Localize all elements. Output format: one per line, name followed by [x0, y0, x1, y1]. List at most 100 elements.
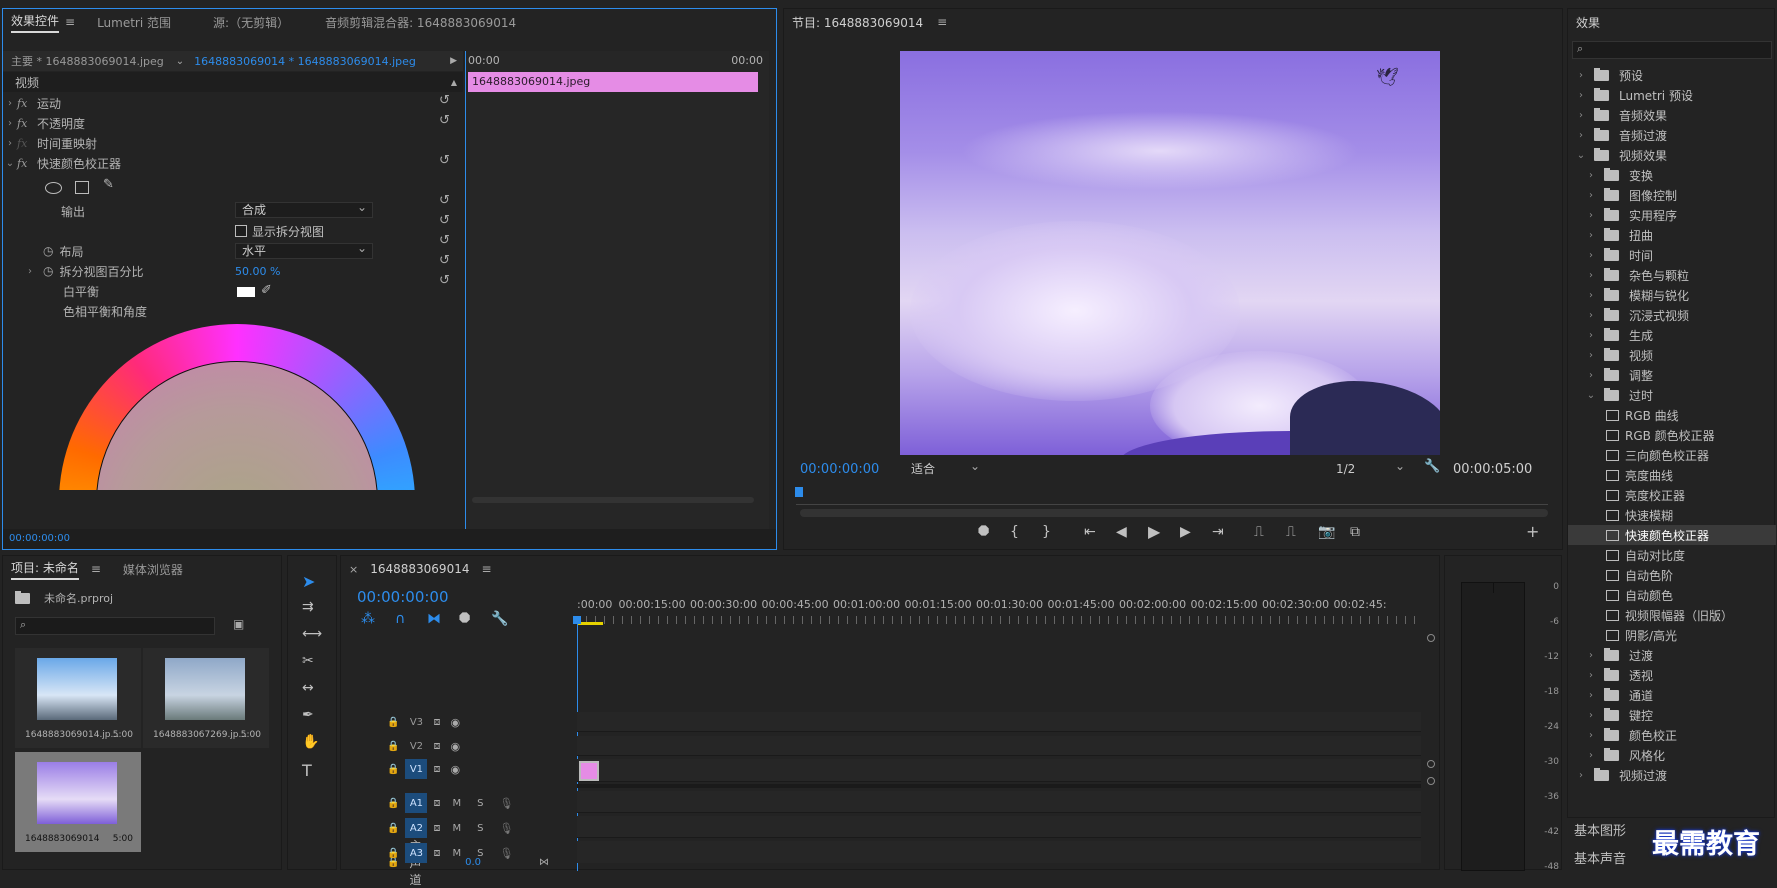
effect-row-motion[interactable]: › fx 运动	[3, 93, 463, 113]
panel-menu-icon[interactable]: ≡	[91, 562, 101, 576]
basic-sound-tab[interactable]: 基本声音	[1574, 848, 1626, 867]
reset-icon[interactable]: ↺	[439, 93, 450, 108]
project-search-input[interactable]: ⌕	[15, 617, 215, 635]
chevron-right-icon[interactable]: ›	[1584, 190, 1598, 201]
effect-item[interactable]: › 颜色校正	[1568, 725, 1776, 745]
chevron-right-icon[interactable]: ›	[1584, 730, 1598, 741]
master-clip-label[interactable]: 主要 * 1648883069014.jpeg	[11, 53, 164, 69]
fx-icon[interactable]: fx	[17, 157, 37, 170]
microphone-icon[interactable]: 🎙	[499, 822, 513, 835]
effects-search-input[interactable]: ⌕	[1572, 41, 1772, 59]
tab-media-browser[interactable]: 媒体浏览器	[123, 561, 183, 578]
eyedropper-icon[interactable]: ✐	[261, 283, 272, 298]
project-item[interactable]: 1648883067269.jp... 5:00	[143, 648, 269, 748]
fit-select[interactable]: 适合	[904, 459, 986, 477]
microphone-icon[interactable]: 🎙	[499, 797, 513, 810]
chevron-right-icon[interactable]: ›	[1584, 710, 1598, 721]
split-view-checkbox[interactable]	[235, 225, 247, 237]
chevron-right-icon[interactable]: ›	[1584, 750, 1598, 761]
new-bin-icon[interactable]: ▣	[233, 617, 244, 631]
panel-menu-icon[interactable]: ≡	[481, 562, 491, 576]
track-lane-v2[interactable]	[577, 736, 1421, 756]
effect-item-selected[interactable]: 快速颜色校正器	[1568, 525, 1776, 545]
split-percent-value[interactable]: 50.00 %	[235, 265, 280, 278]
stopwatch-icon[interactable]: ◷	[43, 244, 53, 258]
sync-lock-icon[interactable]: ⧈	[433, 762, 440, 776]
output-select[interactable]: 合成	[235, 200, 373, 218]
mark-in-icon[interactable]: {	[1010, 524, 1019, 540]
stopwatch-icon[interactable]: ◷	[43, 264, 53, 278]
effect-item[interactable]: › 风格化	[1568, 745, 1776, 765]
fx-icon[interactable]: fx	[17, 137, 37, 150]
timeline-playhead[interactable]	[573, 616, 581, 624]
eye-icon[interactable]: ◉	[450, 716, 460, 729]
add-marker-icon[interactable]: ⯃	[459, 611, 470, 627]
chevron-right-icon[interactable]: ›	[1574, 130, 1588, 141]
vertical-scroll-handle[interactable]	[1427, 777, 1435, 785]
effect-item[interactable]: › 生成	[1568, 325, 1776, 345]
effect-item[interactable]: ⌄ 视频效果	[1568, 145, 1776, 165]
tab-source[interactable]: 源:（无剪辑）	[213, 14, 289, 31]
effect-item[interactable]: 亮度曲线	[1568, 465, 1776, 485]
effect-item[interactable]: › 时间	[1568, 245, 1776, 265]
effect-item[interactable]: › 调整	[1568, 365, 1776, 385]
export-frame-icon[interactable]: 📷	[1318, 524, 1335, 540]
solo-button[interactable]: S	[477, 848, 483, 859]
ec-clip-bar[interactable]: 1648883069014.jpeg	[468, 72, 758, 92]
effect-item[interactable]: › 音频过渡	[1568, 125, 1776, 145]
mute-button[interactable]: M	[452, 798, 461, 809]
playhead-marker[interactable]	[795, 487, 803, 497]
track-target[interactable]: V3	[405, 712, 427, 732]
chevron-right-icon[interactable]: ›	[1574, 770, 1588, 781]
project-item[interactable]: 1648883069014.jp... 5:00	[15, 648, 141, 748]
go-to-in-icon[interactable]: ⇤	[1084, 524, 1096, 540]
mute-button[interactable]: M	[452, 823, 461, 834]
effect-item[interactable]: RGB 曲线	[1568, 405, 1776, 425]
panel-menu-icon[interactable]: ≡	[65, 15, 75, 29]
sync-lock-icon[interactable]: ⧈	[433, 821, 440, 835]
white-balance-swatch[interactable]	[237, 287, 255, 297]
vertical-scroll-handle[interactable]	[1427, 760, 1435, 768]
go-to-out-icon[interactable]: ⇥	[1212, 524, 1224, 540]
program-scrollbar[interactable]	[800, 509, 1548, 517]
effect-item[interactable]: › 透视	[1568, 665, 1776, 685]
chevron-right-icon[interactable]: ›	[1574, 70, 1588, 81]
reset-icon[interactable]: ↺	[439, 113, 450, 128]
effect-item[interactable]: 阴影/高光	[1568, 625, 1776, 645]
chevron-right-icon[interactable]: ›	[3, 118, 17, 129]
ec-scrollbar[interactable]	[472, 497, 754, 503]
track-target[interactable]: A1	[405, 793, 428, 813]
chevron-right-icon[interactable]: ›	[1584, 170, 1598, 181]
sequence-clip-label[interactable]: 1648883069014 * 1648883069014.jpeg	[194, 55, 416, 68]
track-target[interactable]: V2	[405, 736, 427, 756]
track-select-tool-icon[interactable]: ⇉	[302, 599, 314, 615]
effect-item[interactable]: › 键控	[1568, 705, 1776, 725]
chevron-right-icon[interactable]: ›	[1584, 310, 1598, 321]
tab-project[interactable]: 项目: 未命名	[11, 559, 79, 580]
lock-icon[interactable]: 🔒	[387, 798, 399, 809]
solo-button[interactable]: S	[477, 823, 483, 834]
hand-tool-icon[interactable]: ✋	[302, 734, 319, 750]
chevron-right-icon[interactable]: ›	[1584, 670, 1598, 681]
effect-item[interactable]: 快速模糊	[1568, 505, 1776, 525]
ec-current-time[interactable]: 00:00:00:00	[9, 533, 70, 544]
effect-item[interactable]: › 视频过渡	[1568, 765, 1776, 785]
resolution-select[interactable]: 1/2	[1329, 459, 1411, 477]
chevron-down-icon[interactable]: ⌄	[176, 56, 184, 67]
sync-lock-icon[interactable]: ⧈	[433, 739, 440, 753]
close-icon[interactable]: ×	[349, 563, 358, 576]
eye-icon[interactable]: ◉	[450, 763, 460, 776]
effect-row-fast-color[interactable]: ⌄ fx 快速颜色校正器	[3, 153, 463, 173]
project-item-selected[interactable]: 1648883069014 5:00	[15, 752, 141, 852]
chevron-right-icon[interactable]: ›	[1584, 370, 1598, 381]
chevron-down-icon[interactable]: ⌄	[1574, 150, 1588, 161]
effect-item[interactable]: › 视频	[1568, 345, 1776, 365]
track-lane-v1[interactable]	[577, 759, 1421, 782]
track-lane-a1[interactable]	[577, 791, 1421, 813]
extract-icon[interactable]: ⎍	[1286, 524, 1296, 540]
effect-item[interactable]: › 通道	[1568, 685, 1776, 705]
wrench-icon[interactable]: 🔧	[491, 611, 508, 627]
slip-tool-icon[interactable]: ↔	[302, 680, 314, 696]
effect-item[interactable]: › 图像控制	[1568, 185, 1776, 205]
balance-center-handle[interactable]	[231, 502, 243, 514]
